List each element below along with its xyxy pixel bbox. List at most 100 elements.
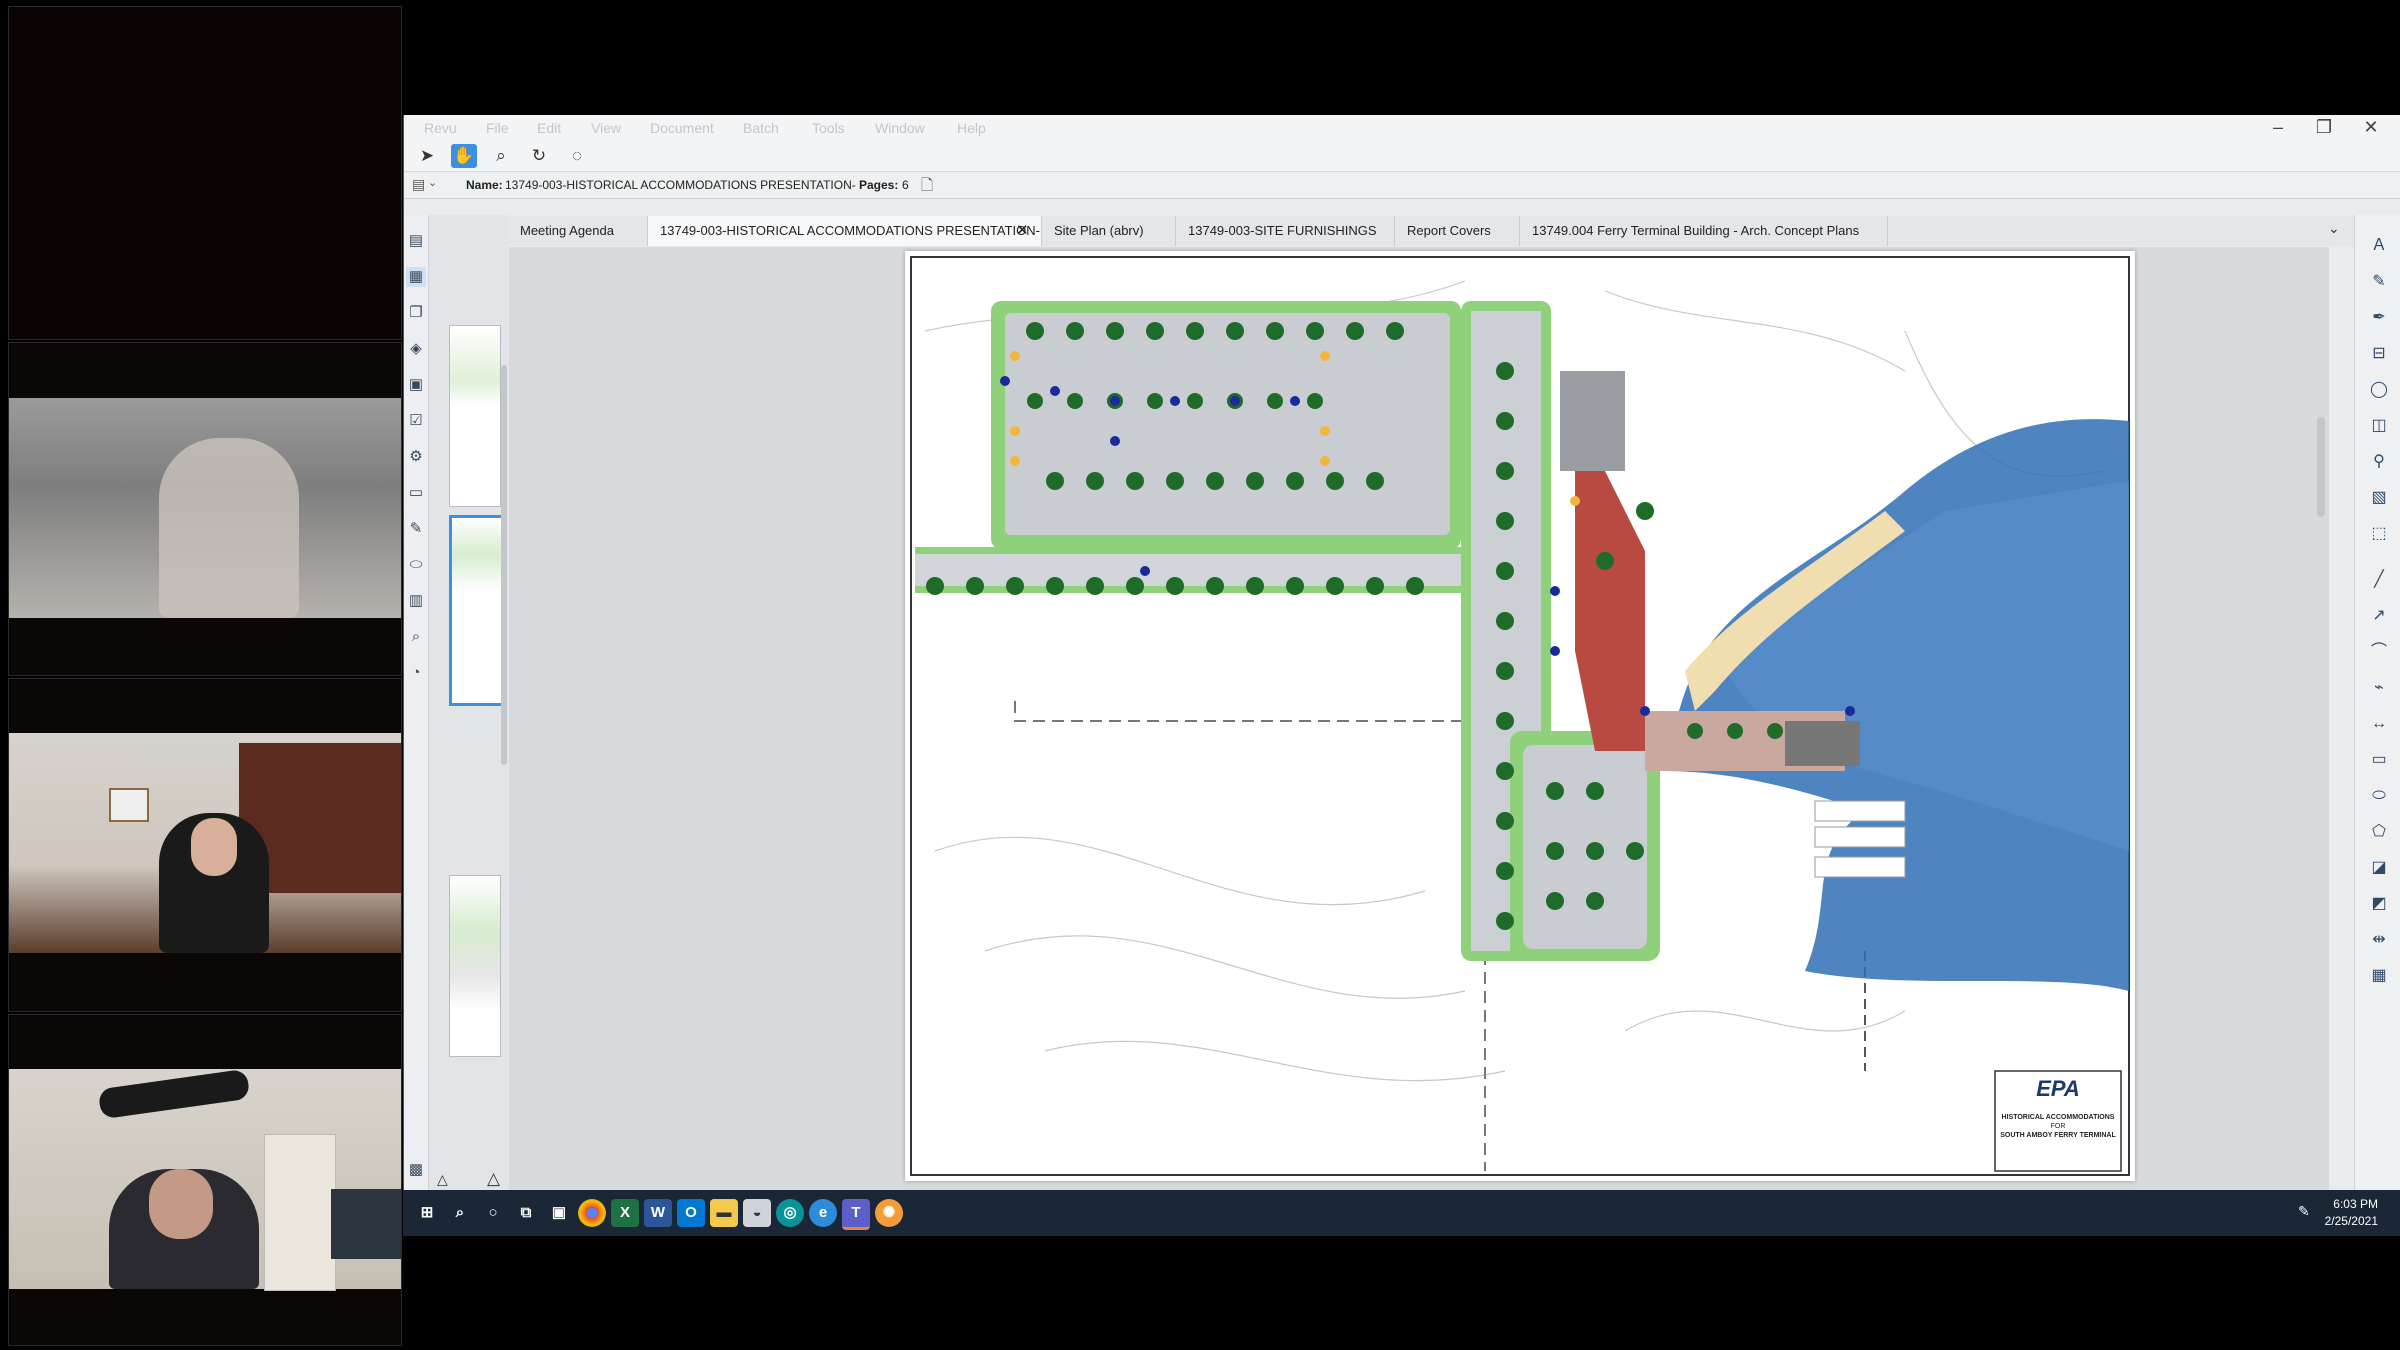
- tab-label: 13749-003-HISTORICAL ACCOMMODATIONS PRES…: [660, 223, 1040, 238]
- bookmarks-icon[interactable]: ❐: [406, 303, 426, 323]
- tab-label: 13749.004 Ferry Terminal Building - Arch…: [1532, 223, 1860, 238]
- task-view-icon[interactable]: ⧉: [512, 1199, 540, 1227]
- minimize-button[interactable]: –: [2263, 117, 2293, 138]
- panel-settings-icon[interactable]: ▩: [406, 1160, 426, 1180]
- stamps-icon[interactable]: ▥: [406, 591, 426, 611]
- file-access-icon[interactable]: ▤: [406, 231, 426, 251]
- site-plan-page: EPA HISTORICAL ACCOMMODATIONS FOR SOUTH …: [905, 251, 2135, 1181]
- toolchest-icon[interactable]: ▣: [406, 375, 426, 395]
- polygon-icon[interactable]: ⬠: [2368, 821, 2390, 843]
- menu-help[interactable]: Help: [957, 120, 986, 136]
- tab-site-furnishings[interactable]: 13749-003-SITE FURNISHINGS: [1176, 216, 1395, 246]
- chevron-down-icon[interactable]: ⌄: [428, 176, 437, 189]
- cortana-icon[interactable]: ○: [479, 1199, 507, 1227]
- arrow-icon[interactable]: ↗: [2368, 605, 2390, 627]
- dimension-icon[interactable]: ↔: [2368, 713, 2390, 735]
- tab-ferry-terminal[interactable]: 13749.004 Ferry Terminal Building - Arch…: [1520, 216, 1888, 246]
- menu-tools[interactable]: Tools: [812, 120, 845, 136]
- bluebeam-icon[interactable]: ✺: [875, 1199, 903, 1227]
- zoom-icon[interactable]: ⌕: [488, 144, 514, 168]
- measurements-icon[interactable]: ▭: [406, 483, 426, 503]
- lasso-icon[interactable]: ◌: [564, 144, 590, 168]
- menu-document[interactable]: Document: [650, 120, 714, 136]
- polyline-icon[interactable]: ⌁: [2368, 677, 2390, 699]
- search-icon[interactable]: ⌕: [406, 627, 426, 647]
- ceiling-fan: [97, 1068, 251, 1120]
- measure-count-icon[interactable]: ▦: [2368, 965, 2390, 987]
- rectangle-icon[interactable]: ▭: [2368, 749, 2390, 771]
- image-icon[interactable]: ▧: [2368, 487, 2390, 509]
- text-box-icon[interactable]: Ａ: [2368, 235, 2390, 257]
- arc-icon[interactable]: ⌒: [2368, 641, 2390, 663]
- chrome-icon[interactable]: [578, 1199, 606, 1227]
- teams-icon[interactable]: T: [842, 1199, 870, 1230]
- close-tab-icon[interactable]: ✕: [1016, 216, 1029, 246]
- outlook-icon[interactable]: O: [677, 1199, 705, 1227]
- layers-icon[interactable]: ◈: [406, 339, 426, 359]
- rotate-icon[interactable]: ↻: [526, 144, 552, 168]
- tab-site-plan[interactable]: Site Plan (abrv): [1042, 216, 1176, 246]
- close-button[interactable]: ✕: [2356, 117, 2386, 138]
- triangle-small-icon[interactable]: △: [437, 1171, 448, 1188]
- markups-icon[interactable]: ☑: [406, 411, 426, 431]
- excel-icon[interactable]: X: [611, 1199, 639, 1227]
- menu-file[interactable]: File: [486, 120, 509, 136]
- thumbnail-scrollbar[interactable]: [501, 365, 507, 765]
- pen-icon[interactable]: ✒: [2368, 307, 2390, 329]
- tab-report-covers[interactable]: Report Covers: [1395, 216, 1520, 246]
- pen-tray-icon[interactable]: ✎: [2298, 1203, 2310, 1220]
- chat-icon[interactable]: ◒: [743, 1199, 771, 1227]
- highlighter-icon[interactable]: ✎: [2368, 271, 2390, 293]
- pavilion-roof: [1785, 721, 1860, 766]
- menu-revu[interactable]: Revu: [424, 120, 457, 136]
- select-icon[interactable]: ➤: [414, 144, 440, 168]
- menu-view[interactable]: View: [591, 120, 621, 136]
- page-thumbnail[interactable]: [449, 875, 501, 1057]
- restore-button[interactable]: ❐: [2309, 117, 2339, 138]
- measure-area-icon[interactable]: ◪: [2368, 857, 2390, 879]
- menu-edit[interactable]: Edit: [537, 120, 561, 136]
- main-toolbar: ➤ ✋ ⌕ ↻ ◌: [404, 141, 2400, 172]
- document-scrollbar[interactable]: [2317, 417, 2325, 517]
- pan-hand-icon[interactable]: ✋: [451, 144, 477, 168]
- callout-icon[interactable]: ⊟: [2368, 343, 2390, 365]
- menu-batch[interactable]: Batch: [743, 120, 779, 136]
- parking-lot: [1005, 313, 1450, 535]
- document-name: 13749-003-HISTORICAL ACCOMMODATIONS PRES…: [505, 178, 856, 192]
- cloud-icon[interactable]: ◯: [2368, 379, 2390, 401]
- word-icon[interactable]: W: [644, 1199, 672, 1227]
- note-icon[interactable]: ◫: [2368, 415, 2390, 437]
- page-thumbnail-selected[interactable]: [449, 515, 505, 706]
- comments-icon[interactable]: ◔: [406, 663, 426, 683]
- system-clock[interactable]: 6:03 PM 2/25/2021: [2325, 1196, 2378, 1230]
- browser-icon[interactable]: ◎: [776, 1199, 804, 1227]
- search-icon[interactable]: ⌕: [446, 1199, 474, 1227]
- signatures-icon[interactable]: ✎: [406, 519, 426, 539]
- pier-deck-3: [1814, 856, 1906, 878]
- clock-time: 6:03 PM: [2333, 1197, 2378, 1211]
- ellipse-icon[interactable]: ⬭: [2368, 785, 2390, 807]
- line-icon[interactable]: ╱: [2368, 569, 2390, 591]
- tab-historical-accommodations[interactable]: 13749-003-HISTORICAL ACCOMMODATIONS PRES…: [648, 216, 1042, 246]
- properties-icon[interactable]: ⚙: [406, 447, 426, 467]
- measure-perimeter-icon[interactable]: ◩: [2368, 893, 2390, 915]
- tags-icon[interactable]: ⬭: [406, 555, 426, 575]
- tab-meeting-agenda[interactable]: Meeting Agenda: [508, 216, 648, 246]
- page-icon[interactable]: 🗋: [921, 175, 933, 200]
- thumbnails-icon[interactable]: ▦: [406, 267, 426, 287]
- measure-length-icon[interactable]: ⇹: [2368, 929, 2390, 951]
- page-thumbnail[interactable]: [449, 325, 501, 507]
- video-tile-3: [8, 678, 402, 1012]
- edge-icon[interactable]: e: [809, 1199, 837, 1227]
- tabs-dropdown-icon[interactable]: ⌄: [2328, 220, 2340, 237]
- snapshot-icon[interactable]: ⬚: [2368, 523, 2390, 545]
- windows-start-icon[interactable]: ⊞: [413, 1199, 441, 1227]
- stamp-icon[interactable]: ⚲: [2368, 451, 2390, 473]
- file-explorer-icon[interactable]: ▬: [710, 1199, 738, 1227]
- triangle-large-icon[interactable]: △: [487, 1169, 500, 1189]
- document-icon[interactable]: ▤: [412, 176, 425, 193]
- store-icon[interactable]: ▣: [545, 1199, 573, 1227]
- monitor: [331, 1189, 401, 1259]
- menu-window[interactable]: Window: [875, 120, 925, 136]
- tab-label: 13749-003-SITE FURNISHINGS: [1188, 223, 1377, 238]
